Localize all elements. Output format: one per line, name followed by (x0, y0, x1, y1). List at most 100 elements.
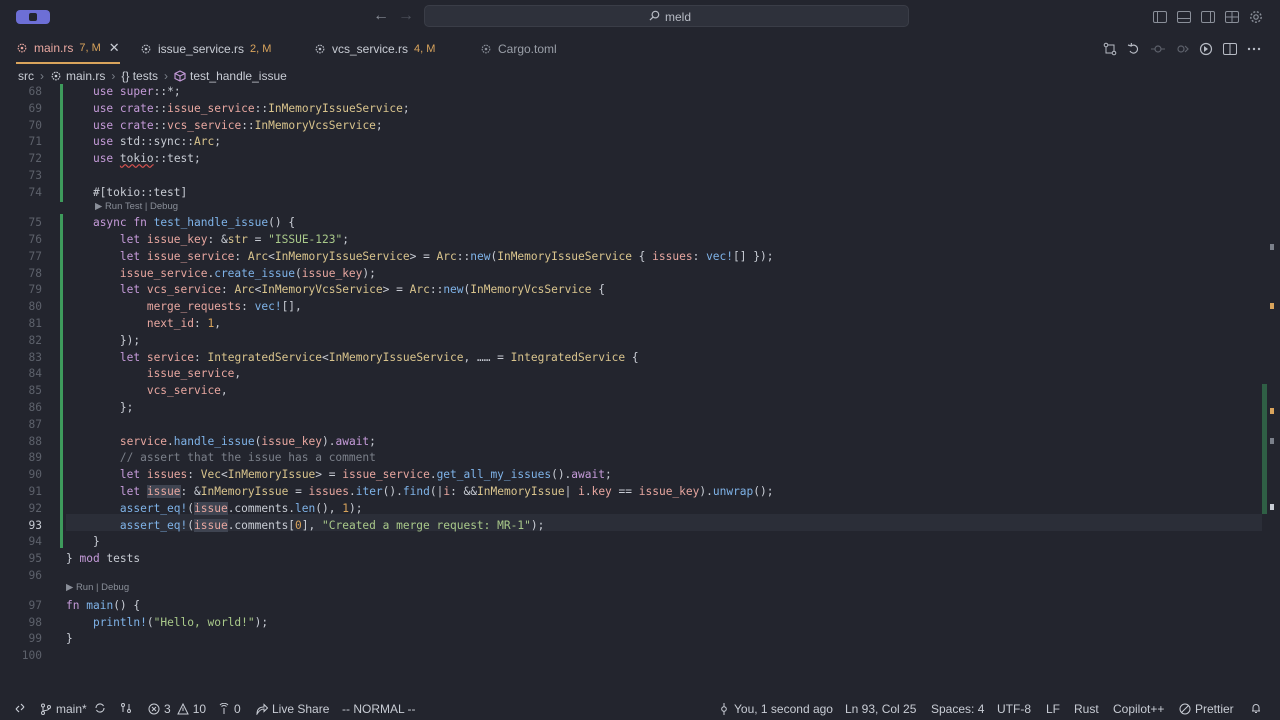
info-indicator[interactable]: 0 (218, 702, 241, 716)
branch-indicator[interactable]: main* (40, 702, 87, 716)
live-share-button[interactable]: Live Share (256, 702, 329, 716)
code-line[interactable]: 98 println!("Hello, world!"); (0, 615, 1262, 632)
line-number: 85 (28, 384, 42, 398)
minimap-marker (1270, 244, 1274, 250)
code-line[interactable]: 100 (0, 648, 1262, 665)
breadcrumb-item[interactable]: {} tests (121, 69, 158, 83)
code-line[interactable]: 92 assert_eq!(issue.comments.len(), 1); (0, 501, 1262, 518)
code-line[interactable]: 84 issue_service, (0, 366, 1262, 383)
encoding-selector[interactable]: UTF-8 (997, 702, 1031, 716)
code-line[interactable]: 97 fn main() { (0, 598, 1262, 615)
vim-mode-label: -- NORMAL -- (342, 702, 416, 716)
copilot-icon[interactable] (1194, 40, 1218, 58)
code-line[interactable]: 83 let service: IntegratedService<InMemo… (0, 350, 1262, 367)
open-changes-icon[interactable] (1098, 40, 1122, 58)
code-line[interactable]: 72 use tokio::test; (0, 151, 1262, 168)
tab-cargo-toml[interactable]: Cargo.toml (480, 34, 557, 64)
code-line[interactable]: 77 let issue_service: Arc<InMemoryIssueS… (0, 249, 1262, 266)
code-line[interactable]: 75 async fn test_handle_issue() { (0, 215, 1262, 232)
language-selector[interactable]: Rust (1074, 702, 1099, 716)
breadcrumb-item[interactable]: src (18, 69, 34, 83)
code-line[interactable]: 86 }; (0, 400, 1262, 417)
code-line[interactable]: 96 (0, 568, 1262, 585)
toggle-primary-sidebar-icon[interactable] (1148, 8, 1172, 26)
window-menu-icon[interactable] (16, 10, 50, 24)
code-text: use crate::issue_service::InMemoryIssueS… (92, 101, 410, 115)
breadcrumb-item[interactable]: test_handle_issue (190, 69, 287, 83)
code-line[interactable]: 80 merge_requests: vec![], (0, 299, 1262, 316)
line-number: 73 (28, 169, 42, 182)
problems-indicator[interactable]: 3 10 (148, 702, 206, 716)
remote-indicator[interactable] (14, 702, 26, 714)
error-count: 3 (164, 702, 171, 716)
code-line[interactable]: 79 let vcs_service: Arc<InMemoryVcsServi… (0, 282, 1262, 299)
code-line[interactable]: 71 use std::sync::Arc; (0, 134, 1262, 151)
code-line[interactable]: 76 let issue_key: &str = "ISSUE-123"; (0, 232, 1262, 249)
revert-changes-icon[interactable] (1122, 40, 1146, 58)
command-center-search[interactable]: meld (424, 5, 909, 27)
notifications-button[interactable] (1250, 702, 1262, 714)
code-text: service.handle_issue(issue_key).await; (119, 434, 376, 448)
indentation-selector[interactable]: Spaces: 4 (931, 702, 984, 716)
code-line[interactable]: 87 (0, 417, 1262, 434)
customize-layout-icon[interactable] (1220, 8, 1244, 26)
code-line[interactable]: 73 (0, 168, 1262, 185)
code-line[interactable]: 82 }); (0, 333, 1262, 350)
line-number: 98 (28, 615, 42, 629)
close-tab-icon[interactable]: ✕ (109, 40, 120, 56)
tab-main-rs[interactable]: main.rs 7, M ✕ (16, 34, 120, 64)
info-count: 0 (234, 702, 241, 716)
settings-gear-icon[interactable] (1244, 8, 1268, 26)
code-lens-run-main[interactable]: ▶ Run | Debug (66, 581, 129, 595)
code-text: let issues: Vec<InMemoryIssue> = issue_s… (119, 468, 612, 482)
previous-change-icon[interactable] (1146, 40, 1170, 58)
editor-scrollbar-thumb[interactable] (1262, 384, 1267, 514)
breadcrumb: src › main.rs › {} tests › test_handle_i… (18, 67, 287, 85)
sync-button[interactable] (94, 702, 106, 714)
eol-label: LF (1046, 702, 1061, 716)
code-line[interactable]: 81 next_id: 1, (0, 316, 1262, 333)
code-line[interactable]: 78 issue_service.create_issue(issue_key)… (0, 266, 1262, 283)
code-line[interactable]: 90 let issues: Vec<InMemoryIssue> = issu… (0, 467, 1262, 484)
info-radio-icon (219, 703, 229, 714)
cursor-position[interactable]: Ln 93, Col 25 (845, 702, 916, 716)
code-line[interactable]: 68 use super::*; (0, 84, 1262, 101)
code-line[interactable]: 89 // assert that the issue has a commen… (0, 450, 1262, 467)
forward-arrow-icon[interactable]: → (398, 7, 414, 25)
code-line[interactable]: 88 service.handle_issue(issue_key).await… (0, 434, 1262, 451)
code-line[interactable]: 69 use crate::issue_service::InMemoryIss… (0, 101, 1262, 118)
code-line[interactable]: 94 } (0, 534, 1262, 551)
code-text: let issue_service: Arc<InMemoryIssueServ… (119, 249, 774, 263)
line-number: 95 (28, 552, 42, 566)
toggle-secondary-sidebar-icon[interactable] (1196, 8, 1220, 26)
code-line[interactable]: 85 vcs_service, (0, 383, 1262, 400)
git-branch-icon (41, 703, 51, 715)
toggle-panel-icon[interactable] (1172, 8, 1196, 26)
next-change-icon[interactable] (1170, 40, 1194, 58)
code-editor[interactable]: 68 use super::*; 69 use crate::issue_serv… (0, 84, 1280, 698)
tab-issue-service-rs[interactable]: issue_service.rs 2, M (140, 34, 271, 64)
code-line[interactable]: 93 assert_eq!(issue.comments[0], "Create… (0, 518, 1262, 535)
line-number: 88 (28, 434, 42, 448)
bell-icon (1252, 704, 1260, 713)
code-line[interactable]: 99} (0, 631, 1262, 648)
code-line[interactable]: 74 #[tokio::test] (0, 185, 1262, 202)
line-number: 90 (28, 468, 42, 482)
tab-vcs-service-rs[interactable]: vcs_service.rs 4, M (314, 34, 435, 64)
prettier-status[interactable]: Prettier (1179, 702, 1234, 716)
code-line[interactable]: 91 let issue: &InMemoryIssue = issues.it… (0, 484, 1262, 501)
publish-button[interactable] (120, 702, 132, 714)
code-lens-run-test[interactable]: ▶ Run Test | Debug (95, 200, 178, 214)
split-editor-icon[interactable] (1218, 40, 1242, 58)
breadcrumb-item[interactable]: main.rs (66, 69, 105, 83)
git-blame-indicator[interactable]: You, 1 second ago (718, 702, 833, 716)
code-text: let service: IntegratedService<InMemoryI… (119, 350, 639, 364)
eol-selector[interactable]: LF (1046, 702, 1060, 716)
code-line[interactable]: 95} mod tests (0, 551, 1262, 568)
search-text: meld (665, 10, 692, 24)
copilot-status[interactable]: Copilot++ (1113, 702, 1164, 716)
warning-icon (176, 703, 189, 715)
more-actions-icon[interactable] (1242, 40, 1266, 58)
back-arrow-icon[interactable]: ← (373, 7, 389, 25)
code-line[interactable]: 70 use crate::vcs_service::InMemoryVcsSe… (0, 118, 1262, 135)
